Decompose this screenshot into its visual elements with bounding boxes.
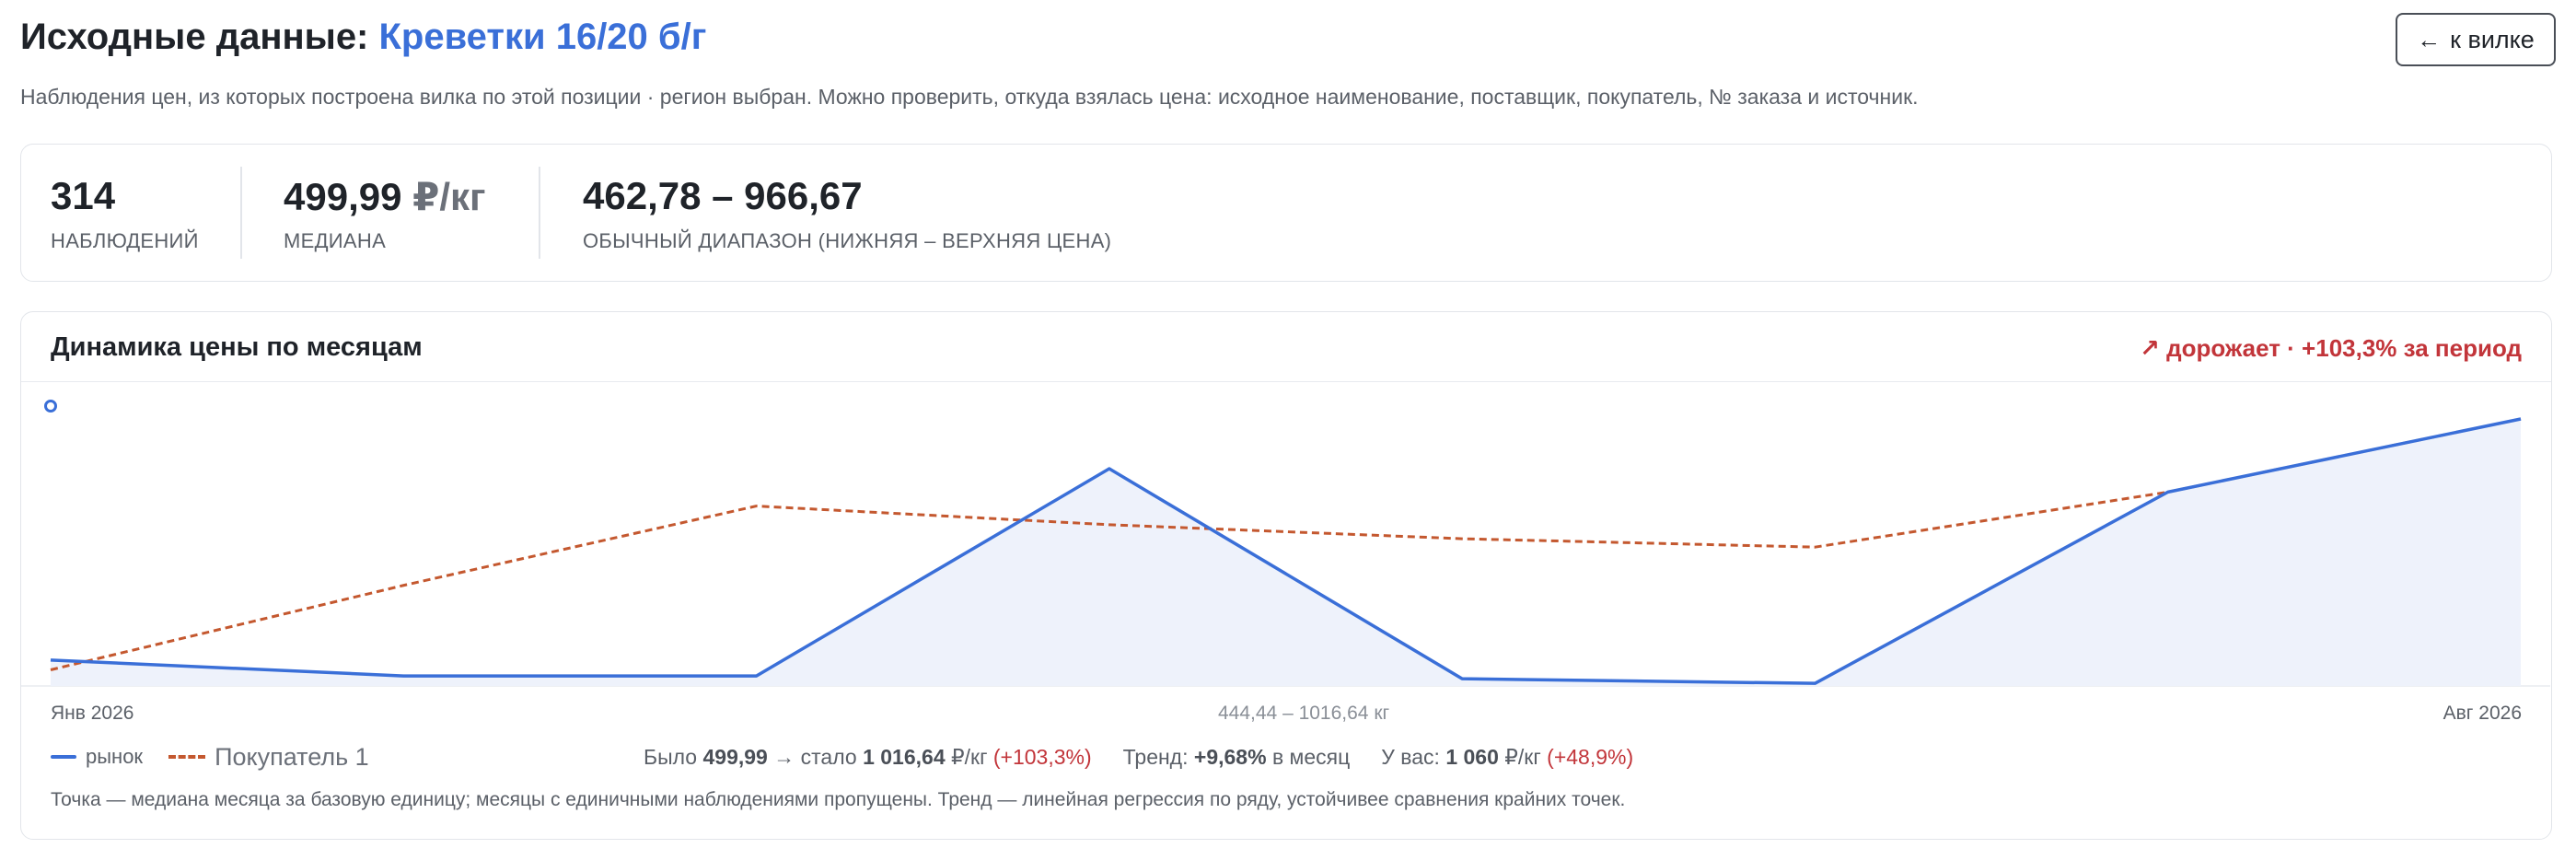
stat-observations-value: 314 (51, 174, 116, 217)
summary-trend: Тренд: +9,68% в месяц (1123, 745, 1351, 770)
yours-change-percent: (+48,9%) (1547, 745, 1634, 769)
page-subtitle: Наблюдения цен, из которых построена вил… (20, 85, 1919, 109)
summary-was-prefix: Было (644, 745, 698, 769)
title-prefix: Исходные данные: (20, 17, 369, 57)
summary-now-value: 1 016,64 (863, 745, 946, 769)
chart-legend: рынок Покупатель 1 (51, 741, 395, 773)
page-header: Исходные данные: Креветки 16/20 б/г ← к … (20, 13, 2556, 68)
summary-change-percent: (+103,3%) (992, 745, 1092, 769)
market-area-fill (51, 419, 2521, 686)
chart-title: Динамика цены по месяцам (51, 332, 423, 362)
stat-range-label: ОБЫЧНЫЙ ДИАПАЗОН (НИЖНЯЯ – ВЕРХНЯЯ ЦЕНА) (583, 229, 1112, 252)
chart-footnote: Точка — медиана месяца за базовую единиц… (51, 789, 1626, 810)
median-unit: ₽/кг (412, 175, 486, 218)
legend-dash-swatch (168, 755, 206, 759)
legend-line-swatch (51, 755, 76, 759)
legend-item-market: рынок (51, 745, 143, 769)
trend-prefix: Тренд: (1122, 745, 1189, 769)
stat-median-label: МЕДИАНА (284, 229, 387, 252)
page-title: Исходные данные: Креветки 16/20 б/г (20, 17, 706, 58)
trend-suffix: в месяц (1271, 745, 1351, 769)
legend-label-market: рынок (86, 745, 144, 768)
summary-now-unit: ₽/кг (951, 745, 988, 769)
axis-label-range: 444,44 – 1016,64 кг (1218, 703, 1390, 724)
trend-value: +9,68% (1193, 745, 1267, 769)
summary-change: Было 499,99 → стало 1 016,64 ₽/кг (+103,… (644, 745, 1092, 770)
axis-label-start: Янв 2026 (51, 703, 134, 724)
legend-item-buyer: Покупатель 1 (168, 743, 369, 772)
chart-header: Динамика цены по месяцам ↗ дорожает · +1… (21, 312, 2551, 382)
stats-panel: 314 НАБЛЮДЕНИЙ 499,99 ₽/кг МЕДИАНА 462,7… (20, 144, 2552, 282)
chart-origin-marker (44, 400, 57, 413)
title-item-name: Креветки 16/20 б/г (378, 17, 707, 57)
legend-label-buyer: Покупатель 1 (215, 742, 369, 771)
arrow-left-icon: ← (2417, 25, 2442, 53)
summary-yours: У вас: 1 060 ₽/кг (+48,9%) (1381, 745, 1633, 770)
back-to-range-button[interactable]: ← к вилке (2396, 13, 2556, 66)
stat-median-value: 499,99 ₽/кг (284, 174, 486, 219)
stat-divider (240, 167, 242, 259)
axis-label-end: Авг 2026 (2443, 703, 2522, 724)
yours-unit: ₽/кг (1504, 745, 1541, 769)
yours-prefix: У вас: (1381, 745, 1440, 769)
stat-divider (539, 167, 540, 259)
price-line-chart (21, 400, 2550, 687)
price-chart-card: Динамика цены по месяцам ↗ дорожает · +1… (20, 311, 2552, 840)
stat-range-value: 462,78 – 966,67 (583, 174, 863, 217)
trend-badge: ↗ дорожает · +103,3% за период (2140, 334, 2522, 362)
summary-was-value: 499,99 (702, 745, 768, 769)
back-button-label: к вилке (2450, 25, 2535, 53)
summary-now-prefix: → стало (773, 745, 857, 769)
chart-summary: Было 499,99 → стало 1 016,64 ₽/кг (+103,… (644, 745, 1633, 770)
yours-value: 1 060 (1445, 745, 1499, 769)
stat-observations-label: НАБЛЮДЕНИЙ (51, 229, 199, 252)
median-number: 499,99 (284, 175, 402, 218)
